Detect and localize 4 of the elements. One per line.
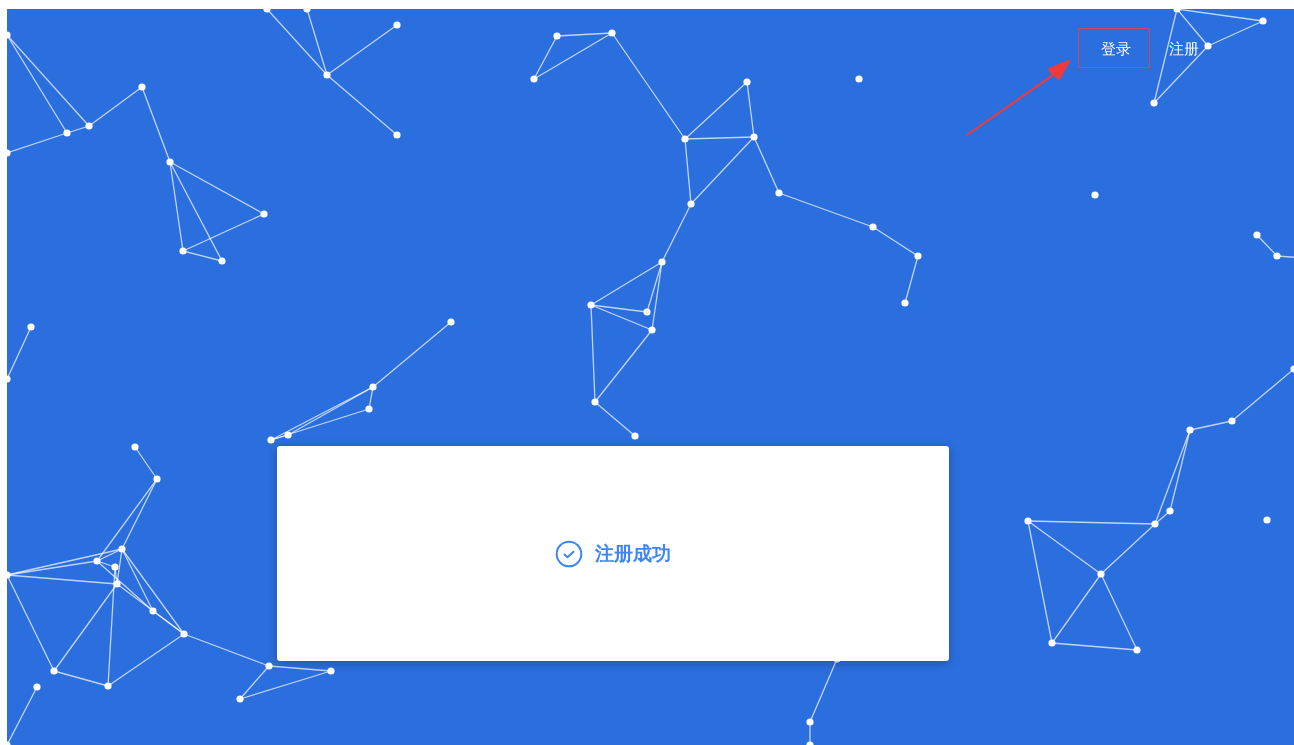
check-circle-icon bbox=[555, 539, 583, 568]
message-text: 注册成功 bbox=[595, 540, 671, 566]
nav-link[interactable]: 登录 bbox=[1078, 28, 1150, 68]
nav-link[interactable]: 注册 bbox=[1162, 28, 1206, 68]
